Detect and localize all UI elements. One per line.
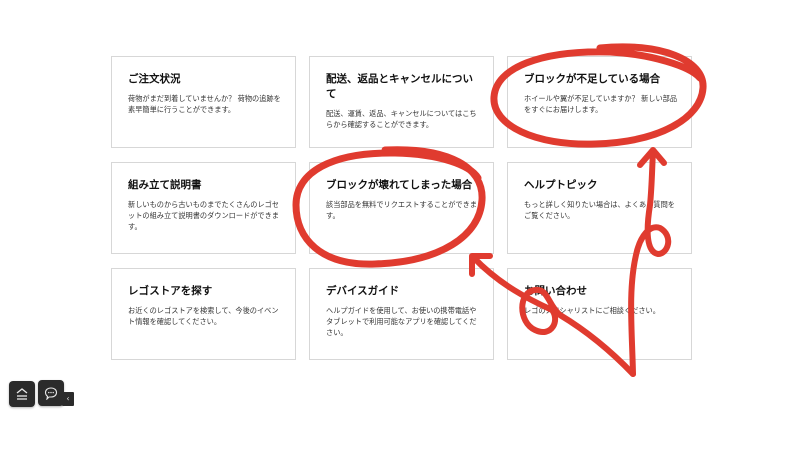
card-title: ブロックが壊れてしまった場合 xyxy=(326,179,473,191)
card-description: もっと詳しく知りたい場合は、よくある質問をご覧ください。 xyxy=(524,200,675,220)
card-description: レゴのスペシャリストにご相談ください。 xyxy=(524,306,660,315)
card-title: デバイスガイド xyxy=(326,285,400,297)
chevron-left-icon[interactable]: ‹ xyxy=(62,392,74,406)
card-find-store[interactable]: レゴストアを探す お近くのレゴストアを検索して、今後のイベント情報を確認してくだ… xyxy=(111,268,296,360)
card-description: 新しいものから古いものまでたくさんのレゴセットの組み立て説明書のダウンロードがで… xyxy=(128,200,279,231)
card-title: ヘルプトピック xyxy=(524,179,598,191)
card-shipping-returns[interactable]: 配送、返品とキャンセルについて 配送、運賃、返品、キャンセルについてはこちらから… xyxy=(309,56,494,148)
card-building-instructions[interactable]: 組み立て説明書 新しいものから古いものまでたくさんのレゴセットの組み立て説明書の… xyxy=(111,162,296,254)
card-description: 該当部品を無料でリクエストすることができます。 xyxy=(326,200,477,220)
card-description: 配送、運賃、返品、キャンセルについてはこちらから確認することができます。 xyxy=(326,109,477,129)
card-title: ご注文状況 xyxy=(128,73,181,85)
menu-widget-button[interactable] xyxy=(9,381,35,407)
card-title: お問い合わせ xyxy=(524,285,587,297)
menu-icon xyxy=(16,388,28,400)
card-description: ホイールや翼が不足していますか？ 新しい部品をすぐにお届けします。 xyxy=(524,94,678,114)
card-missing-bricks[interactable]: ブロックが不足している場合 ホイールや翼が不足していますか？ 新しい部品をすぐに… xyxy=(507,56,692,148)
card-broken-bricks[interactable]: ブロックが壊れてしまった場合 該当部品を無料でリクエストすることができます。 xyxy=(309,162,494,254)
help-card-grid: ご注文状況 荷物がまだ到着していませんか？ 荷物の追跡を素早簡単に行うことができ… xyxy=(111,56,692,360)
chat-icon xyxy=(44,387,58,400)
card-title: 組み立て説明書 xyxy=(128,179,202,191)
card-description: ヘルプガイドを使用して、お使いの携帯電話やタブレットで利用可能なアプリを確認して… xyxy=(326,306,477,337)
card-help-topics[interactable]: ヘルプトピック もっと詳しく知りたい場合は、よくある質問をご覧ください。 xyxy=(507,162,692,254)
card-title: ブロックが不足している場合 xyxy=(524,73,661,85)
card-contact-us[interactable]: お問い合わせ レゴのスペシャリストにご相談ください。 xyxy=(507,268,692,360)
card-title: 配送、返品とキャンセルについて xyxy=(326,73,473,100)
card-device-guide[interactable]: デバイスガイド ヘルプガイドを使用して、お使いの携帯電話やタブレットで利用可能な… xyxy=(309,268,494,360)
card-description: 荷物がまだ到着していませんか？ 荷物の追跡を素早簡単に行うことができます。 xyxy=(128,94,281,114)
chat-widget-button[interactable] xyxy=(38,380,64,406)
card-order-status[interactable]: ご注文状況 荷物がまだ到着していませんか？ 荷物の追跡を素早簡単に行うことができ… xyxy=(111,56,296,148)
card-title: レゴストアを探す xyxy=(128,285,213,297)
card-description: お近くのレゴストアを検索して、今後のイベント情報を確認してください。 xyxy=(128,306,279,326)
